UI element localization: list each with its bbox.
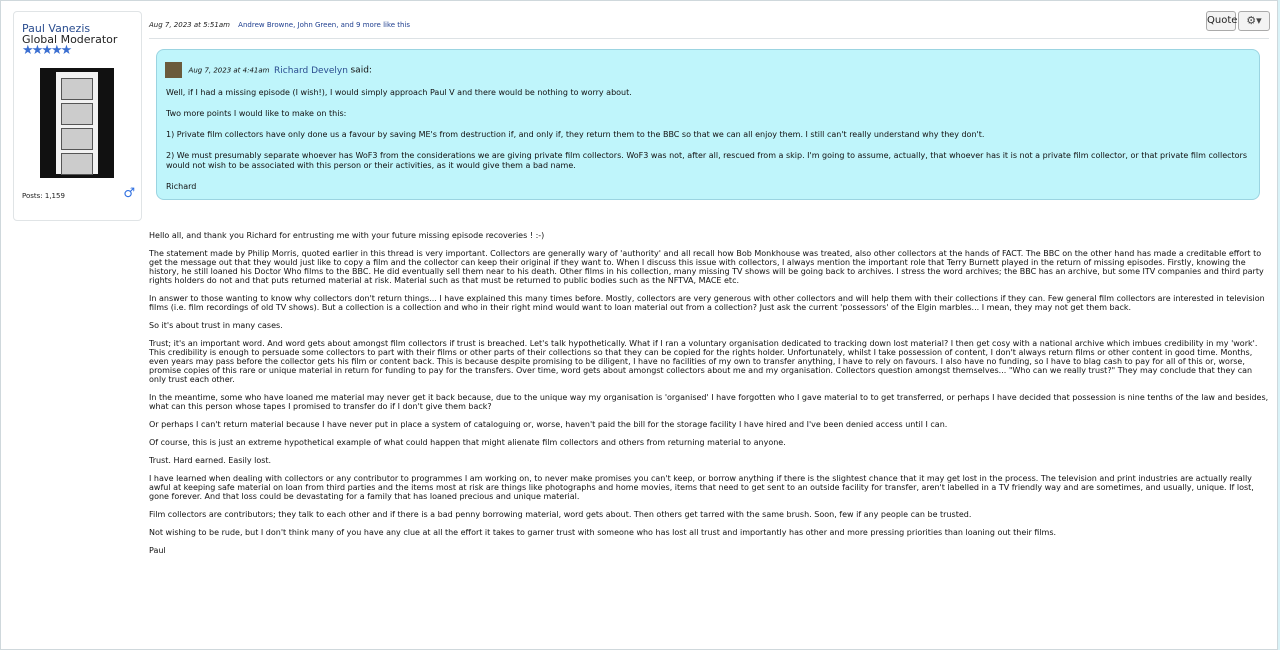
body-paragraph: Trust. Hard earned. Easily lost.: [149, 456, 272, 465]
header-divider: [149, 38, 1269, 39]
quote-paragraph: Two more points I would like to make on …: [166, 109, 347, 118]
male-icon: ♂: [123, 186, 135, 201]
body-paragraph: Of course, this is just an extreme hypot…: [149, 438, 786, 447]
body-paragraph: Hello all, and thank you Richard for ent…: [149, 231, 545, 240]
user-info-panel: Paul Vanezis Global Moderator ★★★★★ Post…: [13, 11, 142, 221]
quote-header: Aug 7, 2023 at 4:41am Richard Develyn sa…: [165, 62, 372, 78]
likes-text[interactable]: Andrew Browne, John Green, and 9 more li…: [238, 21, 410, 29]
body-paragraph: Trust; it's an important word. And word …: [149, 339, 1258, 384]
body-signature: Paul: [149, 546, 166, 555]
body-paragraph: So it's about trust in many cases.: [149, 321, 283, 330]
quote-avatar[interactable]: [165, 62, 182, 78]
body-paragraph: Not wishing to be rude, but I don't thin…: [149, 528, 1057, 537]
body-paragraph: I have learned when dealing with collect…: [149, 474, 1254, 501]
quote-said-label: said:: [350, 65, 372, 76]
rank-stars-icon: ★★★★★: [22, 43, 72, 58]
gear-menu-button[interactable]: ⚙▾: [1238, 11, 1270, 31]
quote-paragraph: 2) We must presumably separate whoever h…: [166, 151, 1247, 170]
body-paragraph: Film collectors are contributors; they t…: [149, 510, 972, 519]
quote-date[interactable]: Aug 7, 2023 at 4:41am: [189, 67, 270, 75]
forum-post: Paul Vanezis Global Moderator ★★★★★ Post…: [0, 0, 1278, 650]
film-strip-image: [56, 72, 98, 175]
body-paragraph: In the meantime, some who have loaned me…: [149, 393, 1269, 411]
avatar[interactable]: [40, 68, 114, 178]
quote-author-link[interactable]: Richard Develyn: [274, 66, 348, 76]
body-paragraph: Or perhaps I can't return material becau…: [149, 420, 948, 429]
quote-signature: Richard: [166, 182, 197, 191]
quote-button[interactable]: Quote: [1206, 11, 1237, 31]
quote-paragraph: Well, if I had a missing episode (I wish…: [166, 88, 632, 97]
post-body: Hello all, and thank you Richard for ent…: [149, 231, 1269, 564]
post-date[interactable]: Aug 7, 2023 at 5:51am: [149, 21, 230, 29]
body-paragraph: In answer to those wanting to know why c…: [149, 294, 1265, 312]
quote-paragraph: 1) Private film collectors have only don…: [166, 130, 985, 139]
post-meta: Aug 7, 2023 at 5:51am Andrew Browne, Joh…: [149, 21, 410, 29]
quote-block: Aug 7, 2023 at 4:41am Richard Develyn sa…: [156, 49, 1260, 200]
body-paragraph: The statement made by Philip Morris, quo…: [149, 249, 1264, 285]
post-count: Posts: 1,159: [22, 192, 65, 200]
